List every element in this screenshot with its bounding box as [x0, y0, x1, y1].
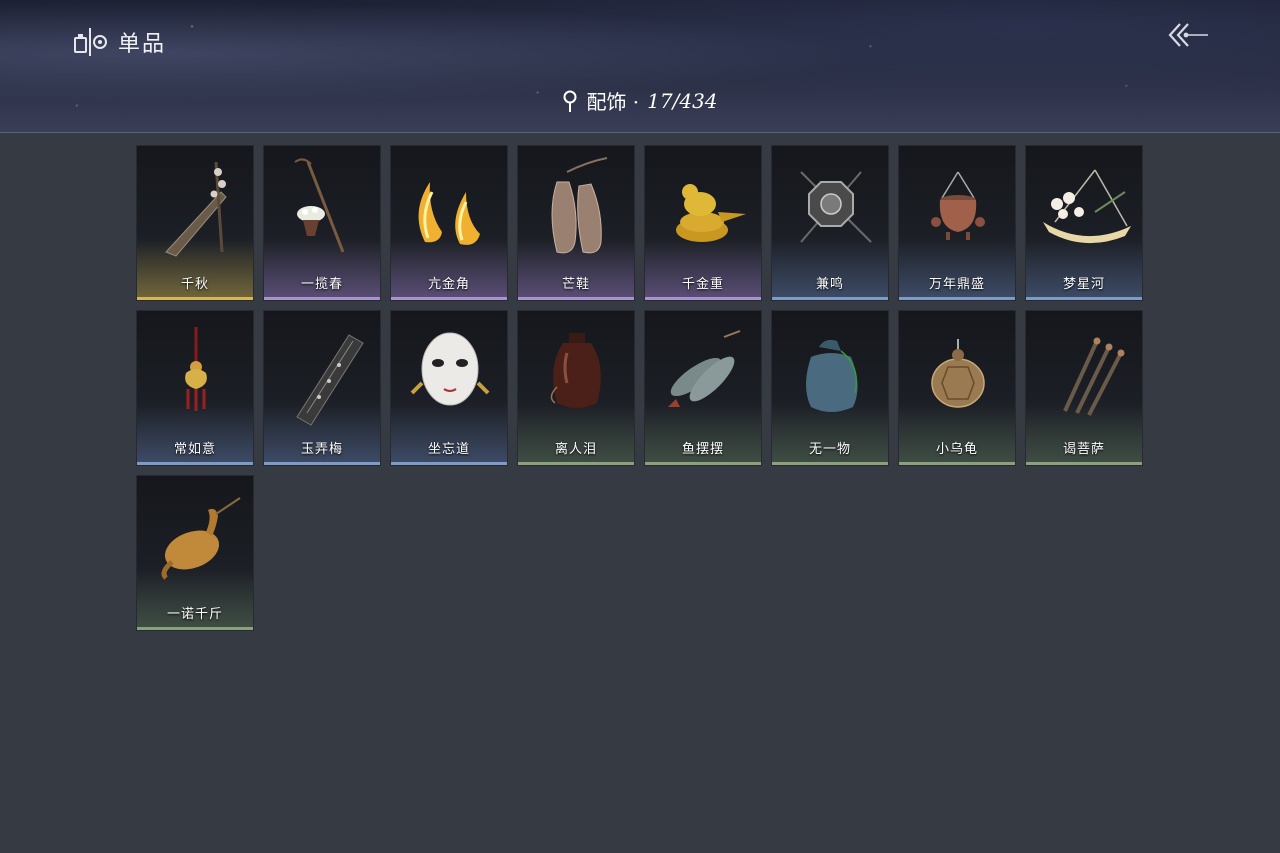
- rarity-edge: [1026, 297, 1142, 300]
- item-name: 一揽春: [300, 277, 343, 292]
- wardrobe-icon: [74, 28, 107, 56]
- page-title: 单品: [118, 32, 167, 57]
- item-name: 亢金角: [427, 277, 470, 292]
- item-grid: 千秋 一揽春 亢金角 芒鞋 千金重 兼鸣 万年鼎盛 梦星河 常如意 玉弄梅 坐忘…: [136, 145, 1143, 631]
- rarity-edge: [518, 462, 634, 465]
- item-name: 无一物: [808, 442, 851, 457]
- item-card[interactable]: 坐忘道: [390, 310, 508, 466]
- fish-bundle-icon: [668, 330, 741, 407]
- flute-case-icon: [296, 334, 364, 426]
- item-card[interactable]: 常如意: [136, 310, 254, 466]
- item-card[interactable]: 玉弄梅: [263, 310, 381, 466]
- double-chevron-left-icon: [1168, 23, 1208, 47]
- item-card[interactable]: 梦星河: [1025, 145, 1143, 301]
- item-name: 小乌龟: [935, 442, 978, 457]
- collection-count: 17/434: [647, 88, 718, 113]
- rarity-edge: [391, 462, 507, 465]
- item-card[interactable]: 万年鼎盛: [898, 145, 1016, 301]
- item-card[interactable]: 千金重: [644, 145, 762, 301]
- location-pin-icon: [563, 90, 577, 112]
- wine-jar-icon: [550, 333, 601, 408]
- hanging-censer-icon: [931, 171, 985, 240]
- item-card[interactable]: 小乌龟: [898, 310, 1016, 466]
- rarity-edge: [391, 297, 507, 300]
- straw-sandals-icon: [551, 157, 608, 254]
- item-name: 芒鞋: [561, 277, 590, 292]
- rarity-edge: [772, 297, 888, 300]
- page-title-group: 单品: [74, 26, 166, 58]
- item-name: 千金重: [681, 277, 724, 292]
- item-card[interactable]: 兼鸣: [771, 145, 889, 301]
- item-card[interactable]: 芒鞋: [517, 145, 635, 301]
- page-header: 单品 配饰 · 17/434: [0, 0, 1280, 133]
- item-card[interactable]: 谒菩萨: [1025, 310, 1143, 466]
- item-card[interactable]: 一诺千斤: [136, 475, 254, 631]
- cloth-sack-icon: [806, 339, 858, 412]
- golden-pendant-icon: [185, 327, 207, 411]
- rarity-edge: [1026, 462, 1142, 465]
- golden-horns-icon: [418, 182, 480, 245]
- item-name: 兼鸣: [815, 277, 844, 292]
- back-button[interactable]: [1164, 20, 1210, 50]
- item-name: 常如意: [173, 442, 216, 457]
- rarity-edge: [137, 462, 253, 465]
- rarity-edge: [772, 462, 888, 465]
- item-name: 离人泪: [554, 442, 597, 457]
- item-name: 万年鼎盛: [928, 277, 985, 292]
- golden-bird-icon: [676, 184, 746, 242]
- item-card[interactable]: 鱼摆摆: [644, 310, 762, 466]
- rarity-edge: [518, 297, 634, 300]
- item-name: 一诺千斤: [166, 607, 223, 622]
- item-card[interactable]: 离人泪: [517, 310, 635, 466]
- category-label: 配饰 ·: [586, 90, 640, 114]
- item-card[interactable]: 无一物: [771, 310, 889, 466]
- item-name: 千秋: [180, 277, 209, 292]
- octagonal-ornament-icon: [800, 171, 872, 243]
- flower-boat-icon: [1043, 169, 1131, 244]
- item-name: 鱼摆摆: [681, 442, 724, 457]
- item-name: 梦星河: [1062, 277, 1105, 292]
- white-mask-icon: [410, 332, 490, 406]
- item-card[interactable]: 千秋: [136, 145, 254, 301]
- rarity-edge: [137, 627, 253, 630]
- item-name: 谒菩萨: [1062, 442, 1105, 457]
- rarity-edge: [645, 462, 761, 465]
- rarity-edge: [899, 297, 1015, 300]
- item-card[interactable]: 一揽春: [263, 145, 381, 301]
- rarity-edge: [264, 297, 380, 300]
- flower-basket-staff-icon: [294, 158, 345, 253]
- guqin-with-flowers-icon: [165, 161, 227, 257]
- item-name: 玉弄梅: [300, 442, 343, 457]
- category-header: 配饰 · 17/434: [0, 86, 1280, 115]
- incense-sticks-icon: [1063, 337, 1125, 416]
- item-card[interactable]: 亢金角: [390, 145, 508, 301]
- rarity-edge: [264, 462, 380, 465]
- rarity-edge: [899, 462, 1015, 465]
- rarity-edge: [645, 297, 761, 300]
- item-name: 坐忘道: [427, 442, 470, 457]
- rarity-edge: [137, 297, 253, 300]
- roast-chicken-icon: [161, 497, 241, 580]
- tortoise-icon: [931, 339, 985, 408]
